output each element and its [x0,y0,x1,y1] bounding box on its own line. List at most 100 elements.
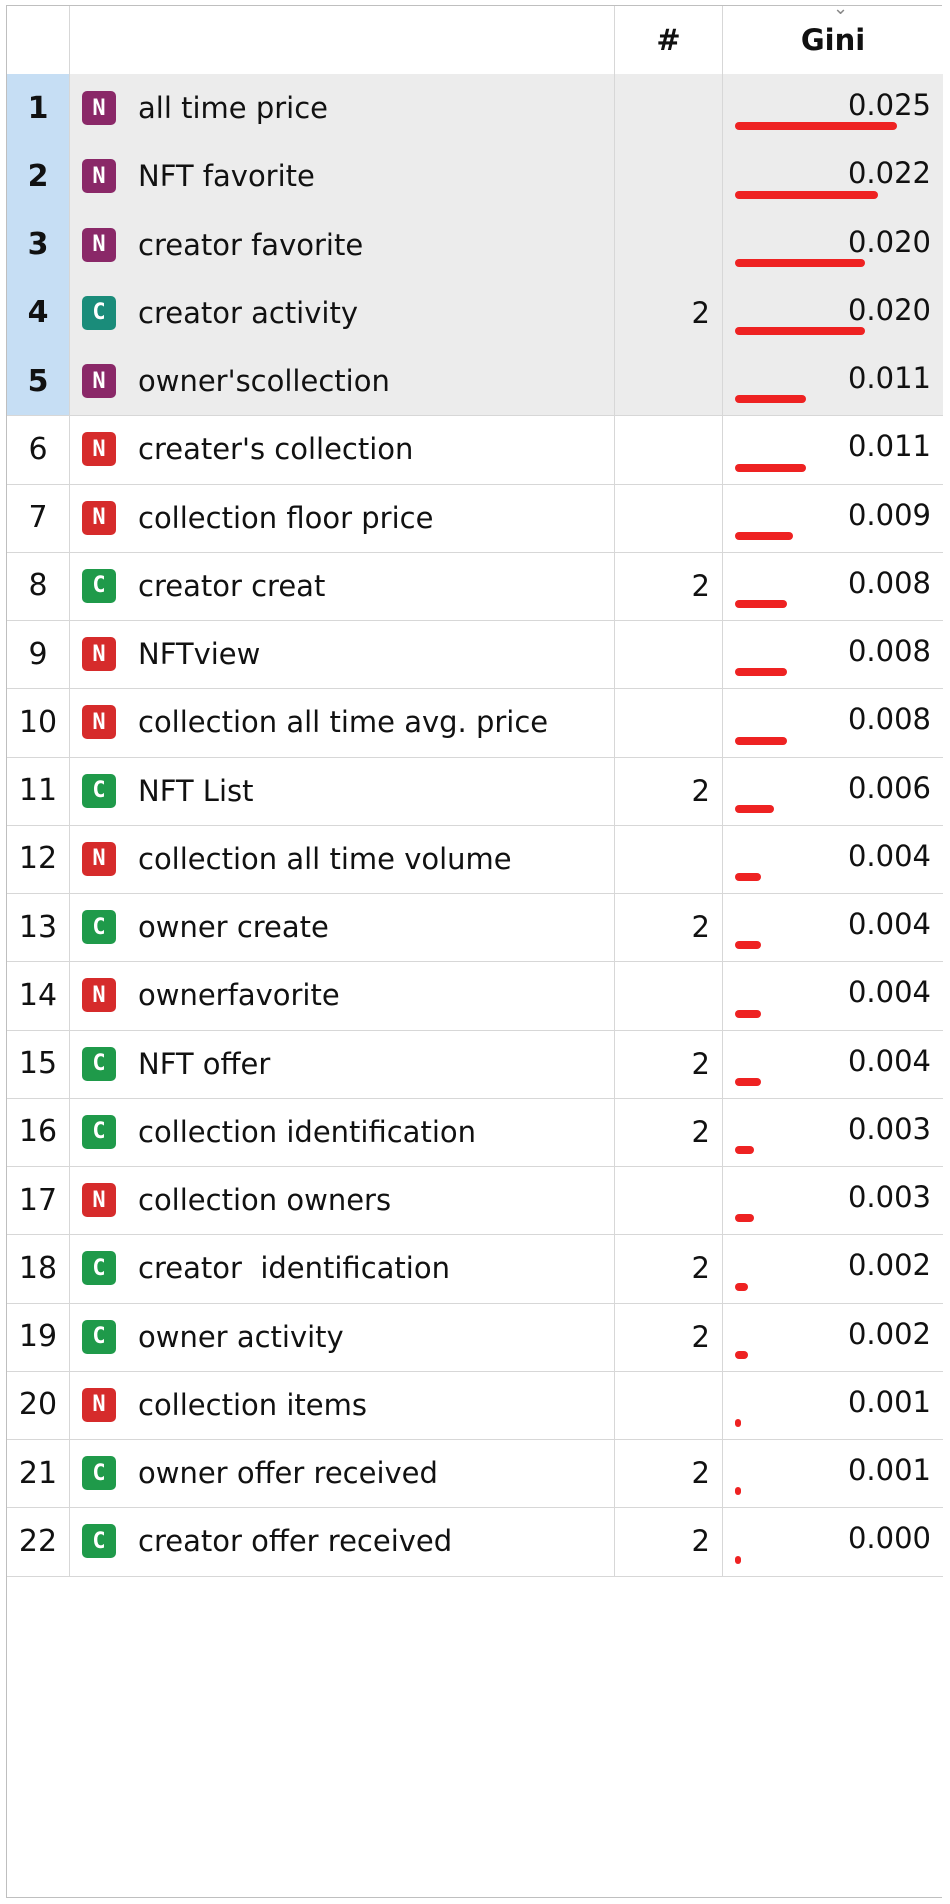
gini-cell: 0.020 [722,210,943,279]
table-row[interactable]: 13 Cowner create 2 0.004 [7,893,943,963]
table-row[interactable]: 7 Ncollection floor price 0.009 [7,483,943,553]
table-row[interactable]: 18 Ccreator identification 2 0.002 [7,1234,943,1304]
feature-cell: Ncollection owners [69,1166,614,1235]
table-row[interactable]: 19 Cowner activity 2 0.002 [7,1302,943,1372]
feature-name: creator offer received [138,1524,453,1559]
gini-value: 0.004 [847,975,931,1010]
row-index[interactable]: 6 [7,415,69,483]
value-count: 2 [614,551,722,620]
row-index[interactable]: 9 [7,620,69,688]
gini-value: 0.020 [847,292,931,327]
numeric-type-icon: N [82,364,116,399]
row-index[interactable]: 20 [7,1371,69,1439]
gini-bar [735,327,865,335]
row-index[interactable]: 5 [7,347,69,416]
row-index[interactable]: 10 [7,688,69,756]
table-row[interactable]: 22 Ccreator offer received 2 0.000 [7,1507,943,1577]
row-index[interactable]: 16 [7,1098,69,1166]
row-index[interactable]: 17 [7,1166,69,1234]
row-index[interactable]: 15 [7,1030,69,1098]
gini-bar [735,1077,761,1086]
row-index[interactable]: 11 [7,757,69,825]
gini-cell: 0.004 [722,824,943,893]
feature-cell: Cowner offer received [69,1439,614,1508]
value-count [614,415,722,484]
table-row[interactable]: 2 N NFT favorite 0.022 [7,142,943,212]
feature-cell: Ccollection identification [69,1097,614,1166]
row-index[interactable]: 4 [7,278,69,347]
header-gini-cell[interactable]: ⌄ Gini [722,0,943,74]
row-index[interactable]: 13 [7,893,69,961]
table-row[interactable]: 8 Ccreator creat 2 0.008 [7,551,943,621]
gini-bar [735,941,761,950]
categorical-type-icon: C [82,910,116,945]
sort-descending-icon: ⌄ [833,0,849,19]
gini-value: 0.003 [847,1180,931,1214]
gini-value: 0.025 [847,88,931,122]
gini-cell: 0.009 [722,483,943,552]
numeric-type-icon: N [82,227,116,262]
numeric-type-icon: N [82,841,116,876]
table-row[interactable]: 16 Ccollection identification 2 0.003 [7,1097,943,1167]
value-count: 2 [614,278,722,347]
value-count [614,620,722,689]
feature-cell: Nowner'scollection [69,347,614,416]
row-index[interactable]: 3 [7,210,69,279]
value-count [614,824,722,893]
row-index[interactable]: 19 [7,1303,69,1371]
value-count [614,347,722,416]
table-row[interactable]: 1 Nall time price 0.025 [7,74,943,144]
row-index[interactable]: 1 [7,74,69,143]
table-row[interactable]: 3 Ncreator favorite 0.020 [7,210,943,280]
value-count [614,74,722,143]
gini-value: 0.020 [847,224,931,259]
gini-bar [735,122,897,131]
gini-cell: 0.001 [722,1439,943,1508]
gini-bar [735,1282,748,1291]
row-index[interactable]: 14 [7,961,69,1029]
row-index[interactable]: 2 [7,142,69,211]
gini-cell: 0.002 [722,1234,943,1303]
table-row[interactable]: 14 Nownerfavorite 0.004 [7,961,943,1031]
gini-value: 0.008 [847,634,931,668]
table-row[interactable]: 12 Ncollection all time volume 0.004 [7,824,943,894]
gini-value: 0.009 [847,497,931,532]
row-index[interactable]: 12 [7,825,69,893]
table-row[interactable]: 10 Ncollection all time avg. price 0.008 [7,688,943,758]
row-index[interactable]: 22 [7,1507,69,1575]
gini-cell: 0.006 [722,756,943,825]
table-row[interactable]: 4 Ccreator activity 2 0.020 [7,278,943,348]
gini-bar [735,531,794,540]
value-count [614,688,722,757]
feature-cell: C NFT List [69,756,614,825]
row-index[interactable]: 8 [7,552,69,620]
row-index[interactable]: 18 [7,1234,69,1302]
header-count-cell[interactable]: # [614,6,722,74]
value-count: 2 [614,756,722,825]
feature-cell: Ncreator favorite [69,210,614,279]
feature-cell: Ccreator offer received [69,1507,614,1576]
table-row[interactable]: 5 Nowner'scollection 0.011 [7,347,943,417]
row-index[interactable]: 7 [7,484,69,552]
gini-value: 0.000 [847,1521,931,1556]
table-row[interactable]: 21 Cowner offer received 2 0.001 [7,1439,943,1509]
feature-cell: Ccreator activity [69,278,614,347]
value-count [614,210,722,279]
feature-name: NFTview [138,637,261,672]
numeric-type-icon: N [82,978,116,1013]
gini-value: 0.003 [847,1111,931,1146]
gini-bar [735,1555,741,1564]
gini-cell: 0.020 [722,278,943,347]
feature-name: collection identification [138,1114,477,1149]
table-row[interactable]: 15 C NFT offer 2 0.004 [7,1029,943,1099]
categorical-type-icon: C [82,295,116,330]
table-row[interactable]: 20 Ncollection items 0.001 [7,1370,943,1440]
table-row[interactable]: 6 Ncreater's collection 0.011 [7,415,943,485]
table-row[interactable]: 9 N NFTview 0.008 [7,620,943,690]
table-row[interactable]: 17 Ncollection owners 0.003 [7,1166,943,1236]
feature-cell: Ccreator identification [69,1234,614,1303]
gini-cell: 0.003 [722,1166,943,1235]
gini-value: 0.008 [847,702,931,737]
table-row[interactable]: 11 C NFT List 2 0.006 [7,756,943,826]
row-index[interactable]: 21 [7,1439,69,1507]
